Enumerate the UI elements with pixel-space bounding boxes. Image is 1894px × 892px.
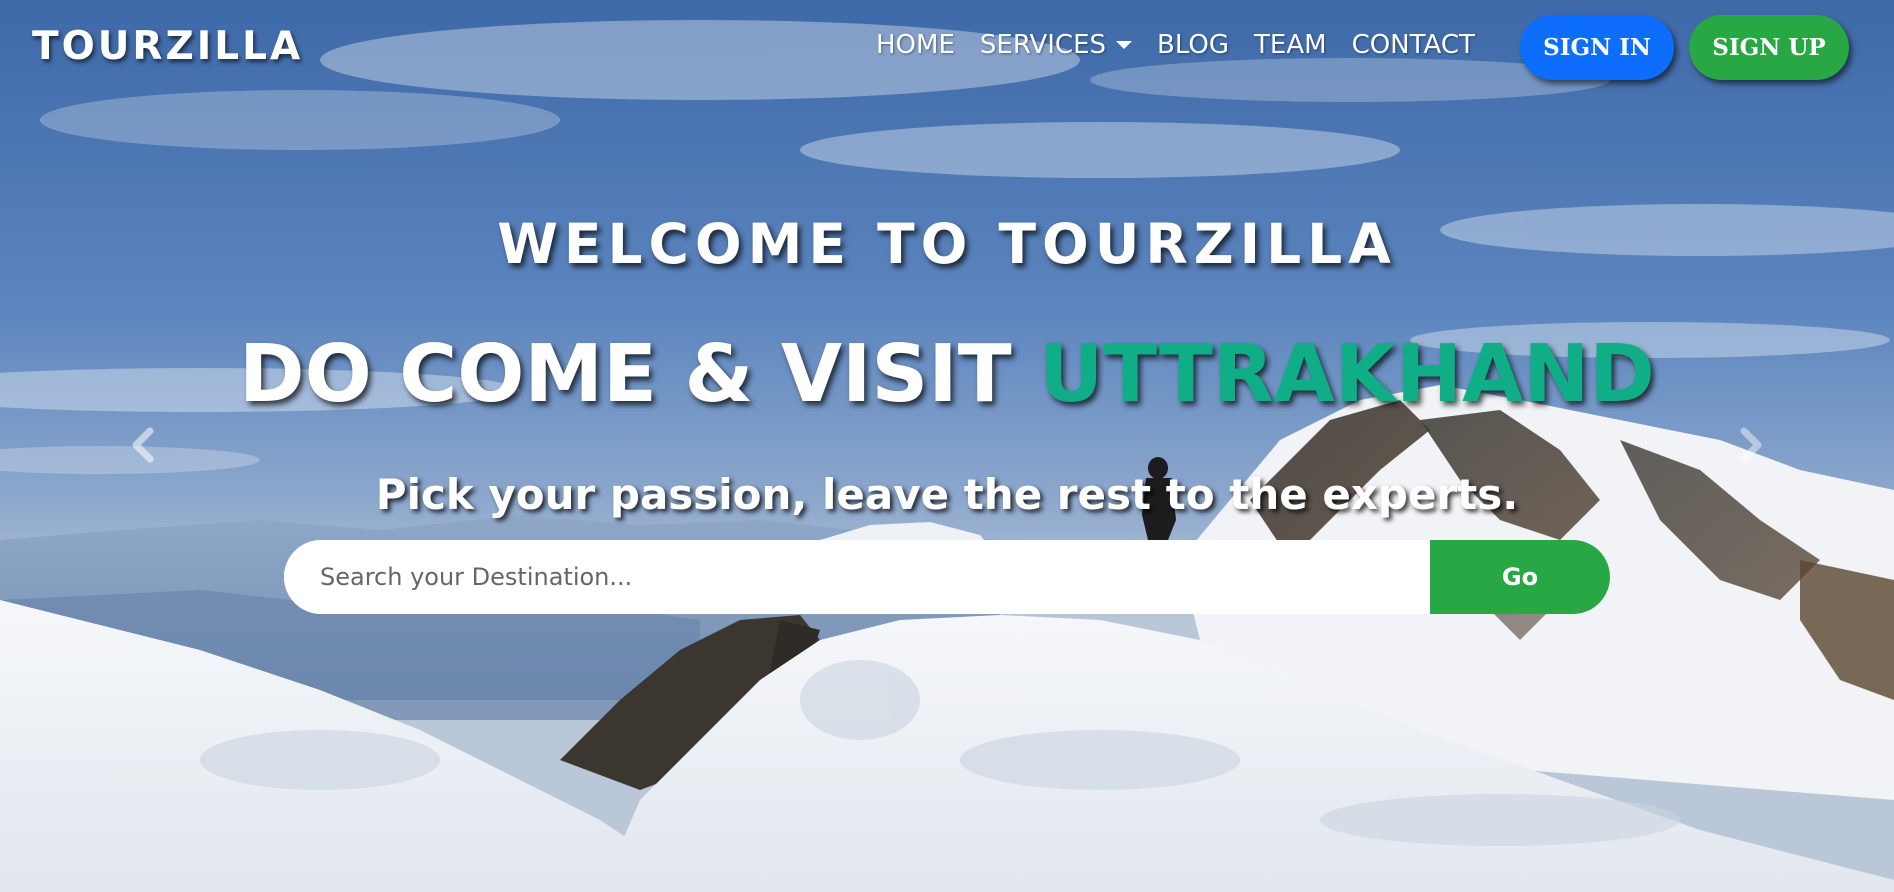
brand-logo[interactable]: TOURZILLA [32, 24, 303, 69]
sign-in-button[interactable]: SIGN IN [1520, 15, 1674, 80]
hero-headline: DO COME & VISIT UTTRAKHAND [0, 328, 1894, 420]
headline-accent: UTTRAKHAND [1039, 328, 1655, 420]
nav-contact-link[interactable]: CONTACT [1352, 30, 1475, 60]
hero-carousel: TOURZILLA HOME SERVICES BLOG TEAM CONTAC… [0, 0, 1894, 892]
destination-search-form: Go [284, 540, 1610, 614]
nav-team-link[interactable]: TEAM [1254, 30, 1327, 60]
nav-blog-label: BLOG [1157, 30, 1230, 60]
main-nav: HOME SERVICES BLOG TEAM CONTACT [876, 30, 1500, 60]
nav-team-label: TEAM [1254, 30, 1327, 60]
nav-services-label: SERVICES [979, 30, 1107, 60]
nav-blog-link[interactable]: BLOG [1157, 30, 1229, 60]
destination-search-input[interactable] [284, 540, 1430, 614]
caret-down-icon [1116, 41, 1133, 49]
hero-tagline: Pick your passion, leave the rest to the… [375, 470, 1519, 519]
nav-contact-label: CONTACT [1351, 30, 1475, 60]
nav-home-label: HOME [876, 30, 955, 60]
search-go-button[interactable]: Go [1430, 540, 1610, 614]
sign-up-button[interactable]: SIGN UP [1689, 15, 1849, 80]
welcome-heading: WELCOME TO TOURZILLA [497, 212, 1397, 276]
carousel-prev-control[interactable] [124, 425, 164, 465]
chevron-right-icon [1740, 427, 1762, 463]
nav-home-link[interactable]: HOME [876, 30, 955, 60]
chevron-left-icon [132, 427, 154, 463]
headline-lead: DO COME & VISIT [239, 328, 1040, 420]
mountain-background-image [0, 0, 1894, 892]
nav-services-dropdown[interactable]: SERVICES [979, 30, 1133, 60]
carousel-next-control[interactable] [1730, 425, 1770, 465]
